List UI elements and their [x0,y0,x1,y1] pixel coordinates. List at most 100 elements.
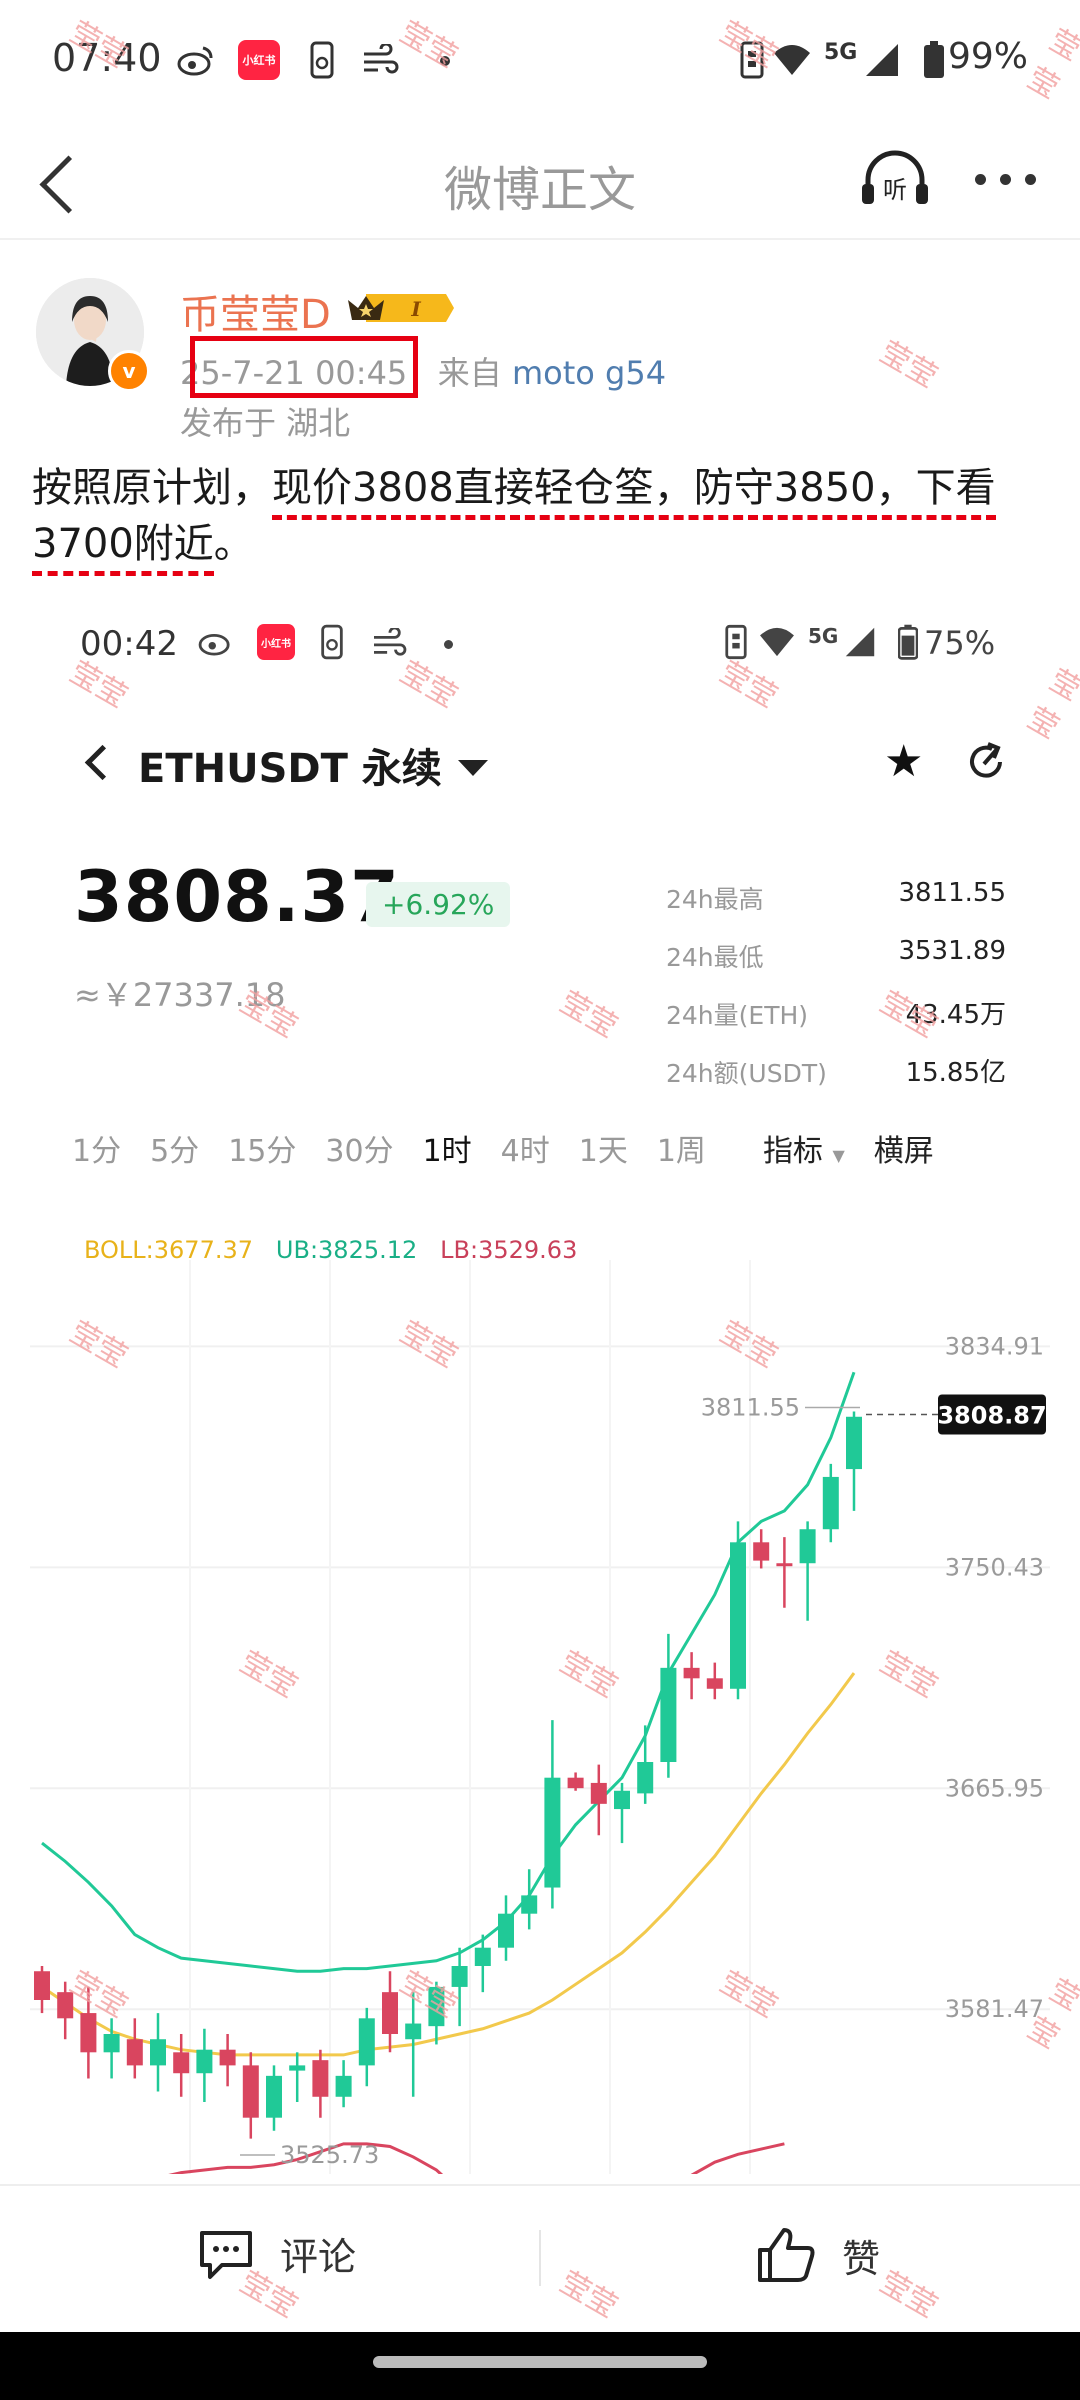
pair-dropdown-icon[interactable] [458,760,488,776]
current-price-label: 3808.87 [937,1401,1046,1429]
candle-body [289,2065,306,2071]
screenshot-wifi-icon [758,626,796,662]
candle-body [173,2052,190,2074]
screenshot-dot-icon [444,640,453,649]
author-name[interactable]: 币莹莹D [180,282,331,340]
post-location: 发布于 湖北 [180,404,351,442]
tf-4h[interactable]: 4时 [501,1126,550,1170]
candle-body [474,1947,491,1966]
candle-body [498,1913,514,1948]
price-change-badge: +6.92% [366,882,511,927]
candle-body [335,2075,352,2097]
tf-1m[interactable]: 1分 [72,1126,121,1170]
post-text: 按照原计划，现价3808直接轻仓筌，防守3850，下看3700附近。 [32,460,1052,576]
source-device[interactable]: moto g54 [512,354,666,392]
weibo-icon [176,40,216,80]
candle-body [846,1416,862,1470]
y-tick-label: 3750.43 [945,1553,1044,1581]
post-text-intro: 按照原计划， [32,465,272,511]
candle-body [567,1777,584,1789]
screenshot-weibo-icon [198,626,234,660]
like-label: 赞 [842,2236,881,2281]
candle-body [683,1667,700,1679]
candle-body [590,1782,607,1804]
comment-label: 评论 [280,2235,357,2279]
member-level-label: I [410,297,421,321]
embedded-screenshot[interactable]: 00:42 小红书 5G 75% ETHUSDT 永续 ★ 3808.37 +6… [0,590,1080,2184]
candle-body [80,2013,97,2053]
candle-body [660,1667,677,1762]
candle-body [544,1777,561,1888]
tf-30m[interactable]: 30分 [325,1126,393,1170]
more-options-icon[interactable] [975,174,1036,185]
candle-body [776,1563,793,1567]
tf-1w[interactable]: 1周 [657,1126,706,1170]
candle-body [103,2034,120,2053]
tf-15m[interactable]: 15分 [228,1126,296,1170]
screenshot-phone-rotate-icon [318,624,346,664]
svg-text:听: 听 [883,176,907,204]
timeframe-bar: 1分 5分 15分 30分 1时 4时 1天 1周 指标 ▼ 横屏 [72,1126,992,1170]
candle-body [196,2049,213,2074]
screenshot-network-type: 5G [808,624,839,648]
high-marker-label: 3811.55 [701,1393,800,1421]
landscape-button[interactable]: 横屏 [874,1126,934,1170]
candle-body [266,2075,282,2118]
candle-body [706,1678,723,1689]
stat-label-low: 24h最低 [666,943,764,972]
candle-body [753,1542,770,1561]
candle-body [637,1762,654,1794]
y-tick-label: 3665.95 [945,1774,1044,1802]
timestamp-highlight-box [190,336,418,398]
indicator-button[interactable]: 指标 ▼ [763,1126,845,1170]
screenshot-signal-icon [844,626,876,662]
screenshot-battery-percent: 75% [924,624,996,662]
candle-body [382,1992,398,2034]
candle-body [219,2049,236,2066]
source-prefix: 来自 [437,354,502,392]
xiaohongshu-icon: 小红书 [238,40,280,80]
screenshot-battery-icon [897,624,919,664]
listen-icon[interactable]: 听 [860,150,930,212]
candle-body [34,1971,50,2000]
candle-body [358,2018,375,2066]
status-bar: 07:40 小红书 5G 99% [0,0,1080,120]
y-tick-label: 3581.47 [945,1995,1044,2023]
stat-label-volume: 24h量(ETH) [666,1001,809,1030]
signal-icon [862,40,902,80]
like-thumb-icon [758,2228,815,2282]
screenshot-xiaohongshu-icon: 小红书 [257,624,295,660]
candlestick-chart[interactable]: 3834.91 3750.43 3665.95 3581.47 3811.55 3525.… [30,1260,1050,2174]
candle-body [150,2039,166,2066]
footer-divider [539,2230,541,2286]
tf-1d[interactable]: 1天 [579,1126,628,1170]
stat-value-low: 3531.89 [898,936,1006,966]
post-text-end: 。 [213,521,254,567]
system-navigation-bar [0,2332,1080,2400]
indicator-caret-icon: ▼ [832,1146,845,1165]
stat-label-high: 24h最高 [666,885,764,914]
low-marker-label: 3525.73 [280,2141,379,2169]
indicator-label: 指标 [762,1134,823,1169]
candle-body [799,1529,816,1564]
trading-pair-title[interactable]: ETHUSDT 永续 [138,736,442,794]
candle-body [405,2023,422,2040]
share-icon[interactable] [964,740,1008,788]
top-navigation-bar: 微博正文 听 [0,120,1080,240]
like-button[interactable]: 赞 [756,2226,880,2284]
verified-badge-icon: v [108,350,150,392]
screenshot-back-icon[interactable] [84,744,121,781]
tf-5m[interactable]: 5分 [150,1126,199,1170]
candle-body [614,1790,630,1810]
last-price: 3808.37 [74,856,400,938]
stat-label-turnover: 24h额(USDT) [666,1059,827,1088]
favorite-star-icon[interactable]: ★ [884,736,923,787]
tf-1h[interactable]: 1时 [423,1126,472,1170]
stat-value-turnover: 15.85亿 [905,1058,1006,1088]
boll-lower-band [168,2142,785,2174]
home-gesture-pill[interactable] [373,2356,707,2368]
member-crown-icon[interactable]: I [346,290,456,330]
candle-body [312,2060,329,2097]
candle-body [242,2065,259,2118]
screenshot-wind-icon [370,626,408,662]
